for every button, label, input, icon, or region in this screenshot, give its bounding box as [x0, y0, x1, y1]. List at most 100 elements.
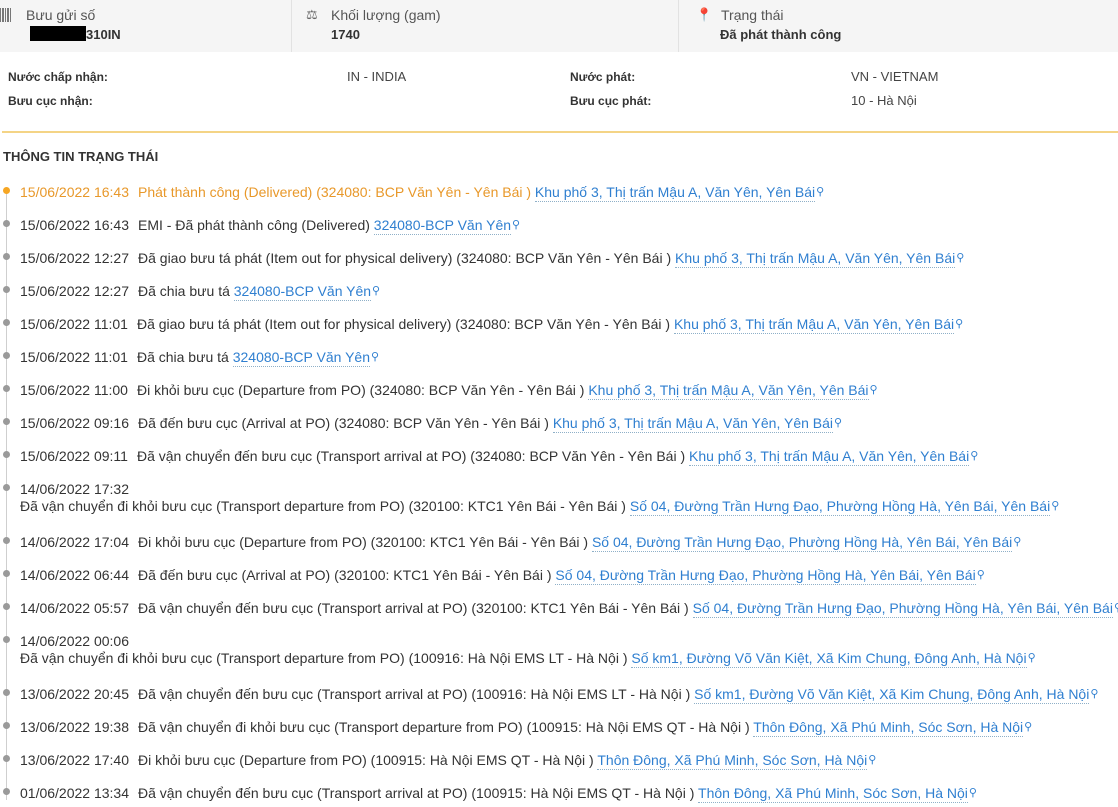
- timeline-event: 15/06/2022 16:43 EMI - Đã phát thành công…: [0, 215, 1118, 239]
- event-timestamp: 15/06/2022 12:27: [20, 283, 129, 299]
- map-pin-icon[interactable]: ⚲: [1013, 536, 1021, 548]
- event-location-link[interactable]: Số km1, Đường Võ Văn Kiệt, Xã Kim Chung,…: [694, 686, 1090, 704]
- event-line-2: Đã vận chuyển đi khỏi bưu cục (Transport…: [20, 648, 1036, 668]
- accept-office-label: Bưu cục nhận:: [8, 94, 93, 108]
- timeline-dot: [3, 385, 10, 392]
- tracking-number: 310IN: [86, 27, 121, 42]
- event-description: EMI - Đã phát thành công (Delivered): [138, 217, 374, 233]
- timeline-event: 15/06/2022 12:27 Đã giao bưu tá phát (Ite…: [0, 248, 1118, 272]
- event-location-link[interactable]: 324080-BCP Văn Yên: [232, 349, 370, 367]
- timeline-event: 14/06/2022 06:44 Đã đến bưu cục (Arrival …: [0, 565, 1118, 589]
- map-pin-icon[interactable]: ⚲: [970, 450, 978, 462]
- event-location-link[interactable]: Khu phố 3, Thị trấn Mậu A, Văn Yên, Yên …: [689, 448, 970, 466]
- map-pin-icon[interactable]: ⚲: [834, 417, 842, 429]
- event-location-link[interactable]: Thôn Đông, Xã Phú Minh, Sóc Sơn, Hà Nội: [597, 752, 868, 770]
- event-line-1: 15/06/2022 12:27 Đã giao bưu tá phát (Ite…: [20, 248, 964, 268]
- location-icon: 📍: [696, 7, 713, 22]
- event-line-1: 15/06/2022 09:11 Đã vận chuyển đến bưu cụ…: [20, 446, 978, 466]
- timeline-event: 14/06/2022 17:32 Đã vận chuyển đi khỏi bư…: [0, 479, 1118, 519]
- event-line-1: 14/06/2022 06:44 Đã đến bưu cục (Arrival …: [20, 565, 985, 585]
- map-pin-icon[interactable]: ⚲: [955, 318, 963, 330]
- event-description: Đi khỏi bưu cục (Departure from PO) (100…: [138, 752, 598, 768]
- map-pin-icon[interactable]: ⚲: [868, 754, 876, 766]
- event-timestamp: 15/06/2022 09:11: [20, 448, 128, 464]
- timeline-dot: [3, 484, 10, 491]
- event-timestamp: 15/06/2022 11:01: [20, 349, 128, 365]
- event-line-1: 14/06/2022 05:57 Đã vận chuyển đến bưu cụ…: [20, 598, 1118, 618]
- map-pin-icon[interactable]: ⚲: [372, 285, 380, 297]
- timeline-dot: [3, 570, 10, 577]
- barcode-icon: [0, 8, 12, 22]
- event-timestamp: 15/06/2022 16:43: [20, 184, 129, 200]
- timeline-dot: [3, 603, 10, 610]
- map-pin-icon[interactable]: ⚲: [512, 219, 520, 231]
- event-description: Đã giao bưu tá phát (Item out for physic…: [138, 250, 676, 266]
- status-value: Đã phát thành công: [720, 27, 842, 42]
- event-timestamp: 14/06/2022 05:57: [20, 600, 129, 616]
- map-pin-icon[interactable]: ⚲: [977, 569, 985, 581]
- event-location-link[interactable]: Số km1, Đường Võ Văn Kiệt, Xã Kim Chung,…: [631, 650, 1027, 668]
- map-pin-icon[interactable]: ⚲: [870, 384, 878, 396]
- event-location-link[interactable]: Thôn Đông, Xã Phú Minh, Sóc Sơn, Hà Nội: [753, 719, 1024, 737]
- event-location-link[interactable]: Số 04, Đường Trần Hưng Đạo, Phường Hồng …: [629, 498, 1051, 516]
- event-description: Đã vận chuyển đến bưu cục (Transport arr…: [138, 785, 699, 801]
- timeline-dot: [3, 352, 10, 359]
- dest-office-label: Bưu cục phát:: [570, 94, 652, 108]
- scale-icon: ⚖: [306, 7, 318, 22]
- timeline-dot: [3, 418, 10, 425]
- event-timestamp: 15/06/2022 12:27: [20, 250, 129, 266]
- map-pin-icon[interactable]: ⚲: [956, 252, 964, 264]
- event-location-link[interactable]: Thôn Đông, Xã Phú Minh, Sóc Sơn, Hà Nội: [698, 785, 968, 803]
- dest-country-label: Nước phát:: [570, 70, 636, 84]
- event-line-1: 13/06/2022 17:40 Đi khỏi bưu cục (Departu…: [20, 750, 876, 770]
- shipment-info: Nước chấp nhận: IN - INDIA Nước phát: VN…: [0, 68, 1118, 113]
- event-line-1: 01/06/2022 13:34 Đã vận chuyển đến bưu cụ…: [20, 783, 977, 803]
- event-description: Đã vận chuyển đến bưu cục (Transport arr…: [136, 448, 689, 464]
- event-location-link[interactable]: Số 04, Đường Trần Hưng Đạo, Phường Hồng …: [555, 567, 976, 585]
- timeline-event: 14/06/2022 17:04 Đi khỏi bưu cục (Departu…: [0, 532, 1118, 556]
- timeline-event: 15/06/2022 16:43 Phát thành công (Deliver…: [0, 182, 1118, 206]
- event-location-link[interactable]: Khu phố 3, Thị trấn Mậu A, Văn Yên, Yên …: [673, 316, 955, 334]
- map-pin-icon[interactable]: ⚲: [1114, 602, 1118, 614]
- timeline-event: 15/06/2022 12:27 Đã chia bưu tá 324080-BC…: [0, 281, 1118, 305]
- event-location-link[interactable]: Khu phố 3, Thị trấn Mậu A, Văn Yên, Yên …: [552, 415, 834, 433]
- event-description: Đã vận chuyển đi khỏi bưu cục (Transport…: [138, 719, 754, 735]
- summary-bar: Bưu gửi số 310IN ⚖ Khối lượng (gam) 1740…: [0, 0, 1118, 52]
- status-label: Trạng thái: [721, 7, 784, 23]
- timeline-event: 13/06/2022 19:38 Đã vận chuyển đi khỏi bư…: [0, 717, 1118, 741]
- event-location-link[interactable]: 324080-BCP Văn Yên: [373, 217, 512, 235]
- timeline-dot: [3, 755, 10, 762]
- event-description: Đã vận chuyển đi khỏi bưu cục (Transport…: [20, 650, 632, 666]
- map-pin-icon[interactable]: ⚲: [1024, 721, 1032, 733]
- event-location-link[interactable]: 324080-BCP Văn Yên: [233, 283, 372, 301]
- timeline-dot: [3, 253, 10, 260]
- event-timestamp: 13/06/2022 17:40: [20, 752, 129, 768]
- map-pin-icon[interactable]: ⚲: [371, 351, 379, 363]
- event-description: Đã đến bưu cục (Arrival at PO) (324080: …: [138, 415, 553, 431]
- accept-country-value: IN - INDIA: [347, 69, 407, 84]
- event-description: Đã vận chuyển đi khỏi bưu cục (Transport…: [20, 498, 630, 514]
- event-location-link[interactable]: Khu phố 3, Thị trấn Mậu A, Văn Yên, Yên …: [675, 250, 956, 268]
- section-divider: [2, 131, 1118, 133]
- event-timestamp: 15/06/2022 16:43: [20, 217, 129, 233]
- event-location-link[interactable]: Khu phố 3, Thị trấn Mậu A, Văn Yên, Yên …: [534, 184, 816, 202]
- event-timestamp: 13/06/2022 20:45: [20, 686, 129, 702]
- map-pin-icon[interactable]: ⚲: [969, 787, 977, 799]
- map-pin-icon[interactable]: ⚲: [1090, 688, 1098, 700]
- timeline-event: 15/06/2022 09:11 Đã vận chuyển đến bưu cụ…: [0, 446, 1118, 470]
- map-pin-icon[interactable]: ⚲: [816, 186, 824, 198]
- event-line-1: 15/06/2022 11:01 Đã chia bưu tá 324080-BC…: [20, 347, 379, 367]
- tracking-label: Bưu gửi số: [26, 7, 96, 23]
- event-description: Đã đến bưu cục (Arrival at PO) (320100: …: [138, 567, 556, 583]
- event-description: Đã chia bưu tá: [138, 283, 234, 299]
- event-line-1: 15/06/2022 09:16 Đã đến bưu cục (Arrival …: [20, 413, 842, 433]
- timeline-event: 14/06/2022 00:06 Đã vận chuyển đi khỏi bư…: [0, 631, 1118, 671]
- map-pin-icon[interactable]: ⚲: [1051, 500, 1059, 512]
- event-location-link[interactable]: Khu phố 3, Thị trấn Mậu A, Văn Yên, Yên …: [588, 382, 869, 400]
- event-timestamp: 15/06/2022 11:00: [20, 382, 128, 398]
- map-pin-icon[interactable]: ⚲: [1028, 652, 1036, 664]
- event-location-link[interactable]: Số 04, Đường Trần Hưng Đạo, Phường Hồng …: [591, 534, 1013, 552]
- event-description: Đã vận chuyển đến bưu cục (Transport arr…: [138, 600, 693, 616]
- timeline-event: 15/06/2022 11:00 Đi khỏi bưu cục (Departu…: [0, 380, 1118, 404]
- event-location-link[interactable]: Số 04, Đường Trần Hưng Đạo, Phường Hồng …: [692, 600, 1113, 618]
